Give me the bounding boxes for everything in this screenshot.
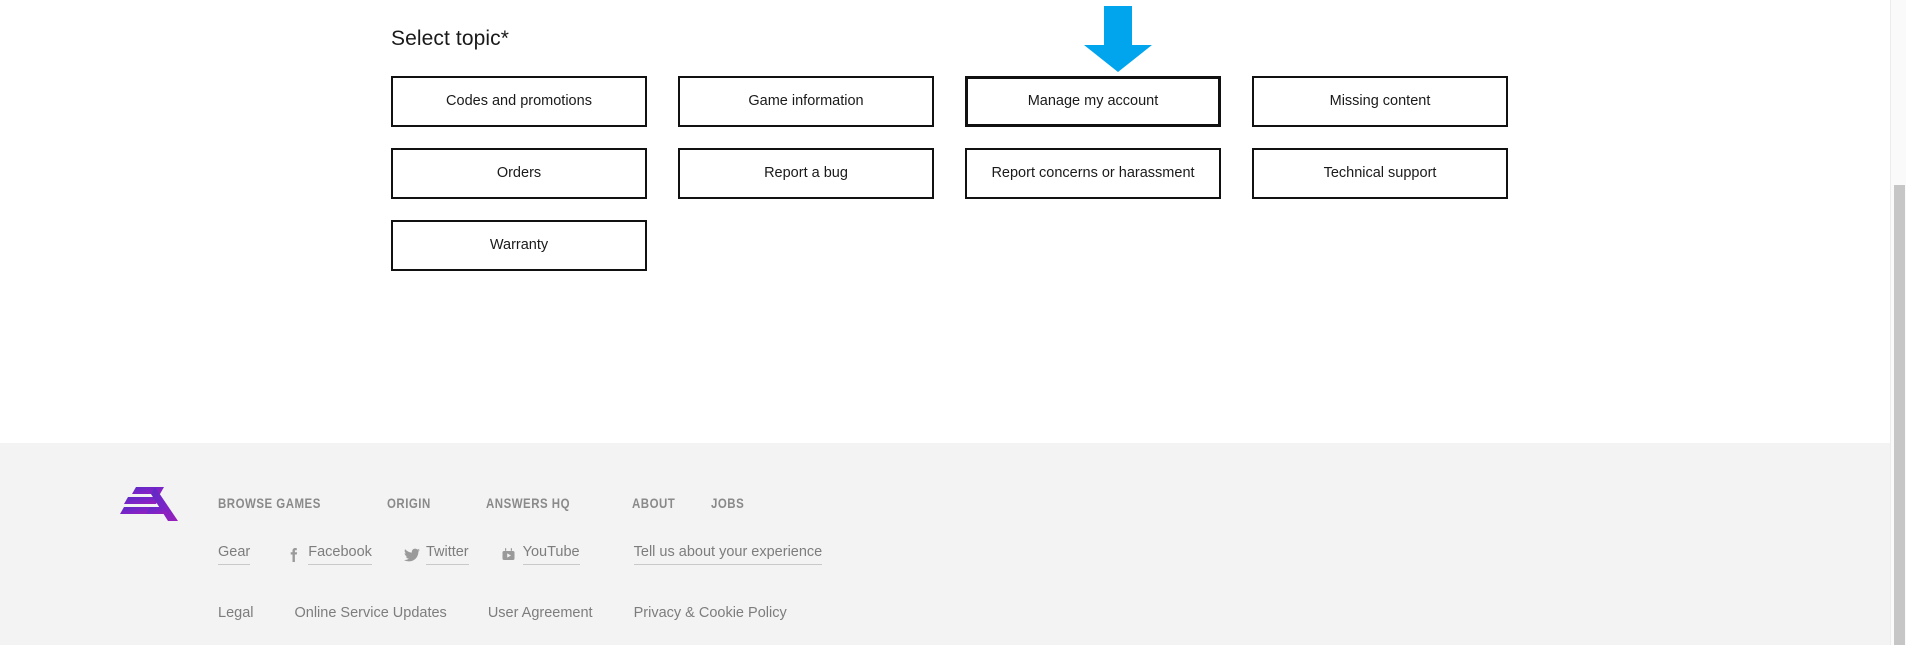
site-footer: BROWSE GAMES ORIGIN ANSWERS HQ ABOUT JOB… xyxy=(0,443,1890,645)
footer-link-tell-us-about-your-experience[interactable]: Tell us about your experience xyxy=(634,544,823,565)
footer-nav-link-answers-hq[interactable]: ANSWERS HQ xyxy=(486,495,570,511)
footer-link-twitter-label: Twitter xyxy=(426,544,469,565)
footer-link-youtube-label: YouTube xyxy=(523,544,580,565)
topic-button-warranty[interactable]: Warranty xyxy=(391,220,647,271)
footer-link-gear[interactable]: Gear xyxy=(218,544,250,565)
youtube-icon xyxy=(501,547,516,563)
topic-button-grid: Codes and promotions Game information Ma… xyxy=(391,76,1521,271)
topic-button-report-concerns-or-harassment[interactable]: Report concerns or harassment xyxy=(965,148,1221,199)
page-title: Select topic* xyxy=(391,26,1521,52)
footer-link-gear-label: Gear xyxy=(218,544,250,565)
footer-link-twitter[interactable]: Twitter xyxy=(404,544,469,565)
vertical-scrollbar-track[interactable] xyxy=(1890,0,1906,645)
topic-button-game-information[interactable]: Game information xyxy=(678,76,934,127)
footer-legal-row: Legal Online Service Updates User Agreem… xyxy=(218,605,787,621)
facebook-icon xyxy=(286,547,301,563)
topic-button-orders[interactable]: Orders xyxy=(391,148,647,199)
footer-nav-link-origin[interactable]: ORIGIN xyxy=(387,495,431,511)
footer-link-tell-us-label: Tell us about your experience xyxy=(634,544,823,565)
footer-nav-link-about[interactable]: ABOUT xyxy=(632,495,675,511)
footer-legal-link-privacy-and-cookie-policy[interactable]: Privacy & Cookie Policy xyxy=(634,605,787,621)
ea-logo[interactable] xyxy=(120,485,178,523)
topic-button-missing-content[interactable]: Missing content xyxy=(1252,76,1508,127)
page-root: Select topic* Codes and promotions Game … xyxy=(0,0,1890,645)
topic-button-technical-support[interactable]: Technical support xyxy=(1252,148,1508,199)
select-topic-section: Select topic* Codes and promotions Game … xyxy=(391,26,1521,271)
topic-button-manage-my-account[interactable]: Manage my account xyxy=(965,76,1221,127)
twitter-icon xyxy=(404,547,419,563)
footer-top-row: BROWSE GAMES ORIGIN ANSWERS HQ ABOUT JOB… xyxy=(0,443,1890,521)
footer-social-row: Gear Facebook Twitter xyxy=(218,544,822,565)
topic-button-codes-and-promotions[interactable]: Codes and promotions xyxy=(391,76,647,127)
footer-nav: BROWSE GAMES ORIGIN ANSWERS HQ ABOUT JOB… xyxy=(218,495,752,511)
footer-link-facebook-label: Facebook xyxy=(308,544,372,565)
topic-button-report-a-bug[interactable]: Report a bug xyxy=(678,148,934,199)
vertical-scrollbar-thumb[interactable] xyxy=(1894,185,1905,645)
footer-link-facebook[interactable]: Facebook xyxy=(286,544,372,565)
footer-nav-link-browse-games[interactable]: BROWSE GAMES xyxy=(218,495,321,511)
footer-link-youtube[interactable]: YouTube xyxy=(501,544,580,565)
footer-legal-link-user-agreement[interactable]: User Agreement xyxy=(488,605,593,621)
footer-nav-link-jobs[interactable]: JOBS xyxy=(711,495,744,511)
footer-legal-link-legal[interactable]: Legal xyxy=(218,605,253,621)
footer-legal-link-online-service-updates[interactable]: Online Service Updates xyxy=(294,605,446,621)
